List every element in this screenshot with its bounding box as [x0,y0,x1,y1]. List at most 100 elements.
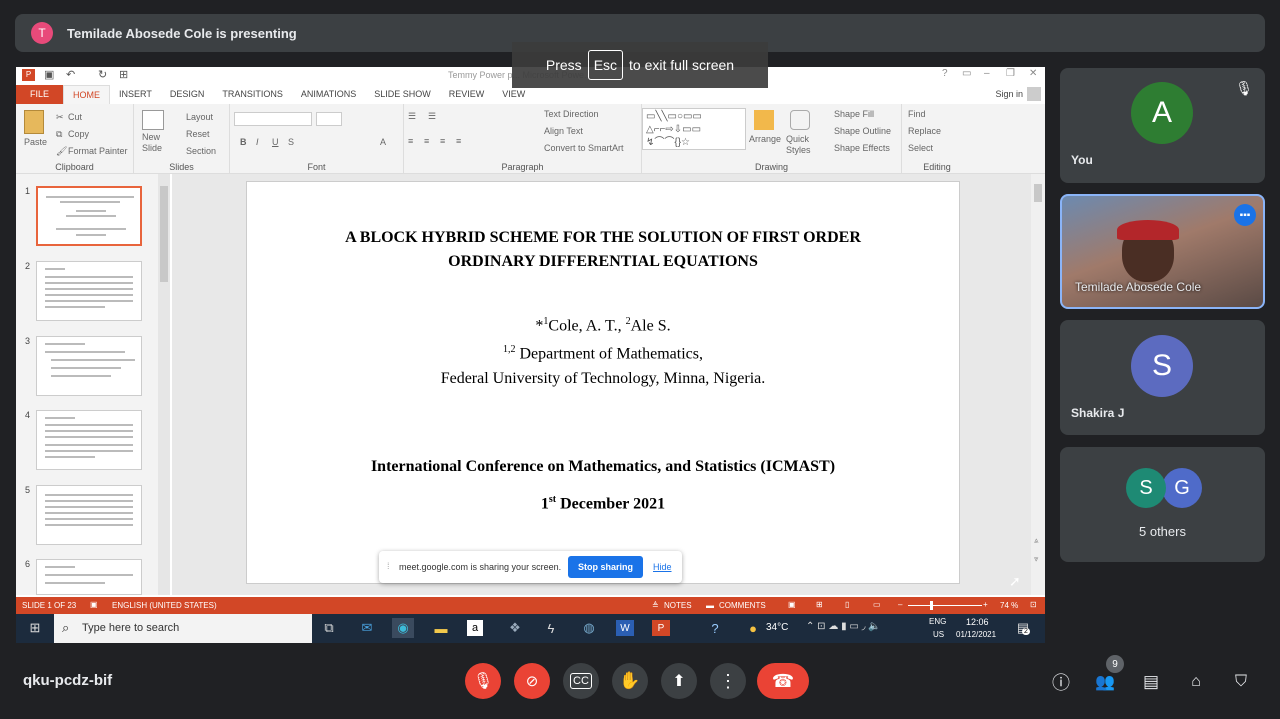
help-taskbar-icon[interactable]: ? [704,618,726,638]
find-button[interactable]: Find [908,109,926,119]
windows-start-icon[interactable]: ⊞ [24,618,46,638]
slide-thumbnails-pane[interactable]: 1 2 3 4 5 6 [16,174,170,595]
tab-home[interactable]: HOME [63,85,111,104]
quick-styles-icon[interactable] [790,110,810,130]
slide-thumbnail[interactable] [36,410,142,470]
leave-call-button[interactable]: ☎ [757,663,809,699]
thumbnails-scrollbar[interactable] [158,174,170,595]
redo-icon[interactable]: ↻ [98,68,107,81]
font-color-icon[interactable]: A [380,137,386,147]
tab-file[interactable]: FILE [16,85,64,104]
app-icon[interactable]: ϟ [540,618,562,638]
normal-view-icon[interactable]: ▣ [788,600,796,609]
numbering-icon[interactable]: ☰ [428,111,436,122]
convert-smartart-button[interactable]: Convert to SmartArt [544,143,624,153]
align-center-icon[interactable]: ≡ [424,136,429,146]
taskbar-search-box[interactable]: ⌕ Type here to search [54,614,312,643]
bullets-icon[interactable]: ☰ [408,111,416,122]
tab-review[interactable]: REVIEW [440,85,494,104]
cut-button[interactable]: Cut [68,112,82,122]
ribbon-options-icon[interactable]: ▭ [962,68,971,79]
chat-button[interactable]: ▤ [1139,670,1163,694]
fit-to-window-icon[interactable]: ⊡ [1030,600,1037,609]
underline-icon[interactable]: U [272,137,279,147]
camera-toggle-button[interactable]: ⊘ [514,663,550,699]
meeting-details-button[interactable]: ⓘ [1049,670,1073,694]
paste-icon[interactable] [24,110,44,134]
thumbnails-scroll-thumb[interactable] [160,186,168,282]
people-button[interactable]: 👥 [1093,670,1117,694]
close-icon[interactable]: ✕ [1029,68,1037,79]
align-left-icon[interactable]: ≡ [408,136,413,146]
drag-handle-icon[interactable]: ⁞ [387,561,390,571]
slide-thumbnail[interactable] [36,261,142,321]
layout-button[interactable]: Layout [186,112,213,122]
zoom-in-icon[interactable]: + [983,600,988,609]
participant-tile-you[interactable]: A 🎙 You [1060,68,1265,183]
zoom-slider-handle[interactable] [930,601,933,610]
word-icon[interactable]: W [616,620,634,636]
task-view-icon[interactable]: ⧉ [318,618,340,638]
reading-view-icon[interactable]: ▯ [845,600,849,609]
format-painter-button[interactable]: Format Painter [68,146,128,156]
slide-thumbnail[interactable] [36,186,142,246]
tab-design[interactable]: DESIGN [161,85,214,104]
shape-fill-button[interactable]: Shape Fill [834,109,874,119]
activities-button[interactable]: ⌂ [1184,670,1208,694]
captions-button[interactable]: CC [563,663,599,699]
format-painter-icon[interactable]: 🖌 [56,146,67,157]
start-slideshow-icon[interactable]: ⊞ [119,68,128,81]
tab-slide-show[interactable]: SLIDE SHOW [365,85,440,104]
new-slide-icon[interactable] [142,110,164,130]
select-button[interactable]: Select [908,143,933,153]
text-direction-button[interactable]: Text Direction [544,109,599,119]
font-size-field[interactable] [316,112,342,126]
justify-icon[interactable]: ≡ [456,136,461,146]
restore-icon[interactable]: ❐ [1006,68,1015,79]
cut-icon[interactable]: ✂ [56,112,64,123]
user-avatar-icon[interactable] [1027,87,1041,101]
paste-button[interactable]: Paste [24,137,47,147]
zoom-out-icon[interactable]: – [898,600,902,609]
slide-scrollbar[interactable]: ⩓ ⩔ [1031,174,1045,595]
language-code[interactable]: ENG [929,617,946,626]
arrange-icon[interactable] [754,110,774,130]
mail-icon[interactable]: ✉ [356,618,378,638]
participant-tile-presenter[interactable]: ▪▪▪ Temilade Abosede Cole [1060,194,1265,309]
shape-outline-button[interactable]: Shape Outline [834,126,891,136]
region-code[interactable]: US [933,630,944,639]
shape-effects-button[interactable]: Shape Effects [834,143,890,153]
raise-hand-button[interactable]: ✋ [612,663,648,699]
next-slide-icon[interactable]: ⩔ [1034,554,1039,564]
mic-toggle-button[interactable]: 🎙 [465,663,501,699]
language-status[interactable]: ENGLISH (UNITED STATES) [112,601,217,610]
tab-insert[interactable]: INSERT [110,85,161,104]
arrange-button[interactable]: Arrange [749,134,781,144]
clock-time[interactable]: 12:06 [966,617,989,627]
shadow-icon[interactable]: S [288,137,294,147]
save-icon[interactable]: ▣ [44,68,54,81]
participant-tile-others[interactable]: S G 5 others [1060,447,1265,562]
comments-button[interactable]: COMMENTS [719,601,766,610]
file-explorer-icon[interactable]: ▬ [430,618,452,638]
help-icon[interactable]: ? [942,68,948,79]
shapes-gallery[interactable]: ▭╲╲▭○▭▭ △⌐⌐⇨⇩▭▭ ↯⌒⌒{}☆ [642,108,746,150]
minimize-icon[interactable]: – [984,68,990,79]
slide-thumbnail[interactable] [36,485,142,545]
clock-date[interactable]: 01/12/2021 [956,630,996,639]
replace-button[interactable]: Replace [908,126,941,136]
italic-icon[interactable]: I [256,137,259,147]
browser-icon[interactable]: ◍ [578,618,600,638]
participant-tile-shakira[interactable]: S Shakira J [1060,320,1265,435]
edge-icon[interactable]: ◉ [392,618,414,638]
more-options-button[interactable]: ⋮ [710,663,746,699]
reset-button[interactable]: Reset [186,129,210,139]
copy-icon[interactable]: ⧉ [56,129,62,140]
prev-slide-icon[interactable]: ⩓ [1034,536,1039,546]
zoom-level[interactable]: 74 % [1000,601,1018,610]
amazon-icon[interactable]: a [467,620,483,636]
section-button[interactable]: Section [186,146,216,156]
bold-icon[interactable]: B [240,137,247,147]
zoom-slider[interactable] [908,605,982,606]
stop-sharing-button[interactable]: Stop sharing [568,556,643,578]
